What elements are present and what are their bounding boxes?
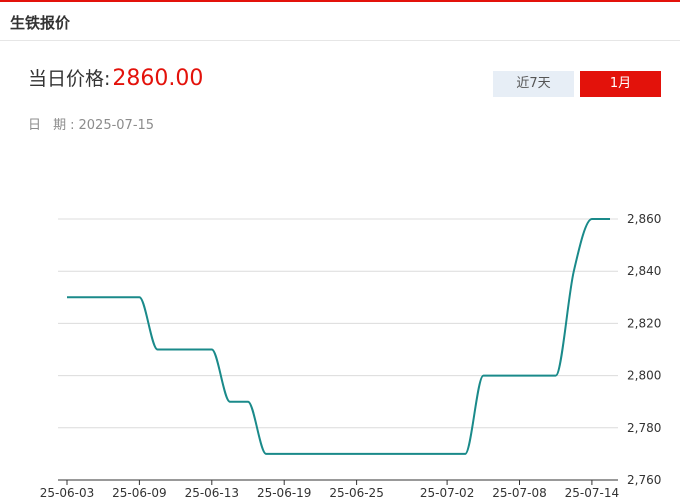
x-tick-label: 25-07-02 bbox=[420, 486, 474, 499]
chart-x-tick-labels: 25-06-03 25-06-09 25-06-13 25-06-19 25-06-25… bbox=[40, 486, 619, 499]
price-line-chart: 2,7602,7802,8002,8202,8402,860 25-06-03 2… bbox=[40, 212, 662, 499]
chart-gridlines bbox=[58, 218, 618, 429]
x-tick-label: 25-06-13 bbox=[185, 486, 239, 499]
x-tick-label: 25-06-25 bbox=[329, 486, 383, 499]
y-tick-label: 2,800 bbox=[627, 369, 661, 383]
chart-series bbox=[66, 217, 610, 455]
x-tick-label: 25-07-08 bbox=[492, 486, 546, 499]
price-series-line bbox=[66, 217, 610, 455]
y-tick-label: 2,860 bbox=[627, 212, 661, 226]
chart-x-axis bbox=[58, 479, 618, 485]
y-tick-label: 2,760 bbox=[627, 473, 661, 487]
y-tick-label: 2,780 bbox=[627, 421, 661, 435]
x-tick-label: 25-07-14 bbox=[565, 486, 619, 499]
x-tick-label: 25-06-09 bbox=[112, 486, 166, 499]
chart-y-tick-labels: 2,760 2,780 2,800 2,820 2,840 2,860 bbox=[627, 212, 661, 487]
y-tick-label: 2,820 bbox=[627, 316, 661, 330]
x-tick-label: 25-06-03 bbox=[40, 486, 94, 499]
x-tick-label: 25-06-19 bbox=[257, 486, 311, 499]
y-tick-label: 2,840 bbox=[627, 264, 661, 278]
